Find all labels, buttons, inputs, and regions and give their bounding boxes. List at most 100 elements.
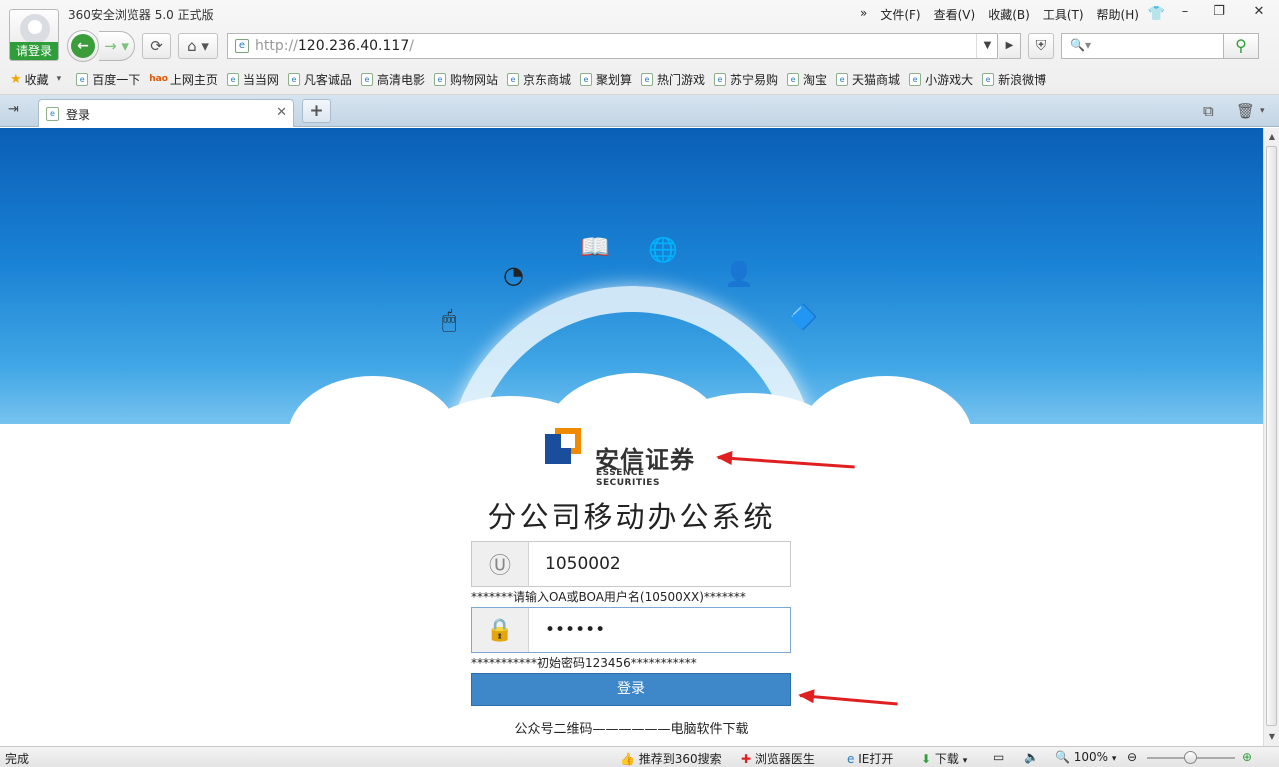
pc-software-download-link[interactable]: 电脑软件下载 xyxy=(671,722,749,737)
bookmark-icon: e xyxy=(287,72,300,86)
lock-icon: 🔒 xyxy=(472,608,529,652)
username-hint: *******请输入OA或BOA用户名(10500XX)******* xyxy=(471,590,746,604)
scroll-thumb[interactable] xyxy=(1266,146,1277,726)
url-history-dropdown[interactable]: ▼ xyxy=(976,34,998,58)
system-title: 分公司移动办公系统 xyxy=(487,500,776,534)
bookmark-item[interactable]: e 百度一下 xyxy=(76,71,140,88)
thumb-up-icon: 👍 xyxy=(620,752,635,766)
bookmark-icon: e xyxy=(433,72,446,86)
sidebar-toggle-icon[interactable]: ⇥ xyxy=(8,102,26,118)
zoom-slider-handle[interactable] xyxy=(1184,751,1197,764)
url-text[interactable]: http://120.236.40.117/ xyxy=(255,38,414,54)
bookmark-item[interactable]: hao 上网主页 xyxy=(149,71,218,88)
username-field[interactable]: Ⓤ xyxy=(471,541,791,587)
bookmark-item[interactable]: e 当当网 xyxy=(226,71,279,88)
user-avatar[interactable]: 请登录 xyxy=(9,9,59,61)
password-hint: ***********初始密码123456*********** xyxy=(471,656,697,670)
back-arrow-icon: ← xyxy=(71,34,95,58)
bookmark-item[interactable]: e 天猫商城 xyxy=(836,71,900,88)
bookmark-item[interactable]: e 新浪微博 xyxy=(982,71,1046,88)
bookmark-icon: e xyxy=(982,72,995,86)
tab-login[interactable]: e 登录 ✕ xyxy=(38,99,294,127)
menu-bar: » 文件(F) 查看(V) 收藏(B) 工具(T) 帮助(H) 👕 xyxy=(860,6,1178,23)
search-button[interactable]: ⚲ xyxy=(1223,33,1259,59)
bookmark-item[interactable]: e 京东商城 xyxy=(506,71,571,88)
password-input[interactable] xyxy=(530,608,790,652)
tab-close-icon[interactable]: ✕ xyxy=(276,105,287,120)
footer-links: 公众号二维码——————电脑软件下载 xyxy=(0,718,1263,737)
menu-tools[interactable]: 工具(T) xyxy=(1043,6,1084,23)
menu-view[interactable]: 查看(V) xyxy=(934,6,976,23)
trash-icon[interactable]: 🗑 xyxy=(1236,102,1255,120)
zoom-out-icon[interactable]: ⊖ xyxy=(1127,750,1137,764)
bookmark-item[interactable]: e 苏宁易购 xyxy=(714,71,778,88)
search-icon: 🔍▾ xyxy=(1070,38,1091,52)
security-shield-icon[interactable]: ⛨ xyxy=(1028,33,1054,59)
bookmark-item[interactable]: e 小游戏大 xyxy=(909,71,973,88)
bookmark-item[interactable]: e 聚划算 xyxy=(579,71,632,88)
menu-more-icon[interactable]: » xyxy=(860,6,867,23)
tab-title: 登录 xyxy=(66,108,91,122)
back-button[interactable]: ← xyxy=(67,30,99,62)
bookmark-item[interactable]: e 购物网站 xyxy=(433,71,498,88)
page-favicon-icon: e xyxy=(235,39,249,53)
address-bar[interactable]: e http://120.236.40.117/ ▼ xyxy=(227,33,998,59)
bookmark-item[interactable]: e 凡客诚品 xyxy=(287,71,352,88)
bookmark-item[interactable]: e 高清电影 xyxy=(360,71,425,88)
restore-button[interactable]: ❐ xyxy=(1202,2,1236,22)
favorites-menu[interactable]: ★ 收藏 ▾ xyxy=(10,71,61,88)
chevron-down-icon: ▾ xyxy=(56,74,62,84)
logo-mark-icon xyxy=(545,428,581,464)
zoom-level[interactable]: 🔍 100% ▾ xyxy=(1055,750,1116,764)
password-field[interactable]: 🔒 xyxy=(471,607,791,653)
app-title: 360安全浏览器 5.0 正式版 xyxy=(68,8,214,22)
bookmark-icon: e xyxy=(579,72,592,86)
close-window-button[interactable]: ✕ xyxy=(1242,2,1276,22)
refresh-button[interactable]: ⟳ xyxy=(142,33,171,59)
menu-help[interactable]: 帮助(H) xyxy=(1097,6,1139,23)
username-input[interactable] xyxy=(530,542,790,586)
scroll-up-icon[interactable]: ▲ xyxy=(1265,130,1279,144)
menu-favorites[interactable]: 收藏(B) xyxy=(988,6,1030,23)
speaker-icon[interactable]: 🔈 xyxy=(1024,750,1039,764)
login-button[interactable]: 登录 xyxy=(471,673,791,706)
bookmark-icon: e xyxy=(714,72,727,86)
bookmark-item[interactable]: e 淘宝 xyxy=(787,71,827,88)
login-link[interactable]: 请登录 xyxy=(10,42,58,60)
footer-separator: —————— xyxy=(592,722,671,737)
bookmark-icon: e xyxy=(76,72,89,86)
screen-icon[interactable]: ▭ xyxy=(993,750,1004,764)
download-manager[interactable]: ⬇ 下载 ▾ xyxy=(921,750,967,767)
mouse-icon: 🖱 xyxy=(442,306,457,334)
chevron-down-icon[interactable]: ▾ xyxy=(1260,106,1265,116)
scroll-down-icon[interactable]: ▼ xyxy=(1265,730,1279,744)
bookmark-icon: e xyxy=(226,72,239,86)
chevron-down-icon: ▾ xyxy=(962,756,968,766)
globe-book-icon: 🌐 xyxy=(648,236,678,264)
tab-bar: ⇥ e 登录 ✕ + ⧉ 🗑 ▾ xyxy=(0,95,1279,127)
ie-open[interactable]: e IE打开 xyxy=(847,750,893,767)
bookmark-item[interactable]: e 热门游戏 xyxy=(641,71,705,88)
minimize-button[interactable]: – xyxy=(1168,2,1202,22)
bookmark-icon: e xyxy=(909,72,922,86)
menu-file[interactable]: 文件(F) xyxy=(880,6,920,23)
logo-name-en: ESSENCE SECURITIES xyxy=(596,468,660,488)
go-button[interactable]: ▶ xyxy=(999,33,1021,59)
search-input[interactable]: 🔍▾ xyxy=(1061,33,1224,59)
new-tab-button[interactable]: + xyxy=(302,99,331,123)
status-bar: 完成 👍 推荐到360搜索 ✚ 浏览器医生 e IE打开 ⬇ 下载 ▾ ▭ 🔈 … xyxy=(0,746,1279,767)
skin-shirt-icon[interactable]: 👕 xyxy=(1148,6,1165,23)
vertical-scrollbar[interactable]: ▲ ▼ xyxy=(1263,128,1279,746)
chevron-down-icon: ▾ xyxy=(1111,754,1117,764)
cup-icon: 🔷 xyxy=(788,303,818,331)
zoom-in-icon[interactable]: ⊕ xyxy=(1242,750,1252,764)
forward-arrow-icon: → ▾ xyxy=(104,37,129,55)
qr-code-link[interactable]: 公众号二维码 xyxy=(514,722,592,737)
recommend-360-search[interactable]: 👍 推荐到360搜索 xyxy=(620,750,722,767)
reader-icon: 📖 xyxy=(580,233,610,261)
tab-list-icon[interactable]: ⧉ xyxy=(1203,102,1214,120)
browser-doctor[interactable]: ✚ 浏览器医生 xyxy=(741,750,815,767)
star-icon: ★ xyxy=(10,71,22,87)
home-button[interactable]: ⌂ ▾ xyxy=(178,33,218,59)
forward-button[interactable]: → ▾ xyxy=(99,31,135,61)
